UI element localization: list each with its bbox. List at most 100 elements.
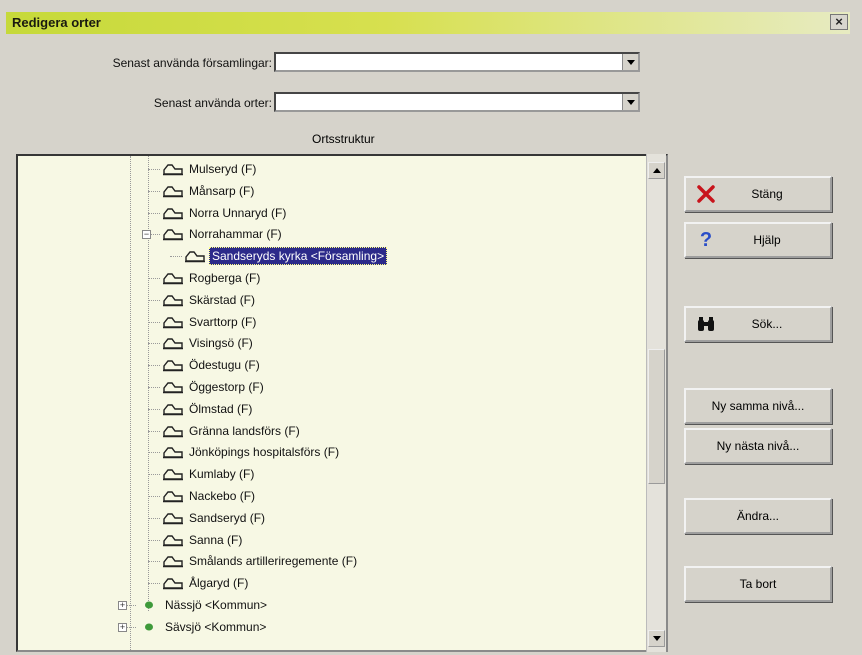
tree-connector-line: [148, 190, 160, 192]
new-next-level-button[interactable]: Ny nästa nivå...: [684, 428, 832, 464]
tree-node[interactable]: Öggestorp (F): [162, 377, 266, 397]
tree-connector-line: [148, 169, 160, 170]
collapse-node-icon[interactable]: −: [142, 230, 151, 240]
house-icon: [162, 554, 184, 568]
tree-scrollbar[interactable]: [646, 154, 666, 652]
question-mark-icon: ?: [699, 229, 713, 251]
tree-node[interactable]: Sandseryds kyrka <Församling>: [184, 246, 388, 266]
tree-node[interactable]: Norra Unnaryd (F): [162, 203, 288, 223]
binoculars-icon: [698, 317, 714, 331]
tree-node[interactable]: Kumlaby (F): [162, 464, 256, 484]
tree-node[interactable]: Svarttorp (F): [162, 312, 258, 332]
change-button-label: Ändra...: [736, 509, 780, 523]
chevron-down-icon[interactable]: [622, 54, 638, 70]
tree-connector-line: [148, 278, 160, 279]
tree-node-label: Rogberga (F): [189, 271, 261, 285]
house-icon: [162, 489, 184, 503]
dialog-title: Redigera orter: [12, 15, 101, 30]
delete-button[interactable]: Ta bort: [684, 566, 832, 602]
tree-node[interactable]: Norrahammar (F): [162, 224, 284, 244]
house-icon: [162, 424, 184, 438]
tree-connector-line: [148, 474, 160, 476]
tree-node-label: Visingsö (F): [189, 336, 253, 351]
tree-node[interactable]: Sanna (F): [162, 530, 244, 550]
house-icon: [162, 533, 184, 547]
tree-connector-line: [148, 299, 160, 301]
tree-node[interactable]: Sävsjö <Kommun>: [138, 617, 268, 637]
house-icon: [162, 576, 184, 590]
help-button-label: Hjälp: [753, 233, 781, 247]
house-icon: [162, 402, 184, 416]
tree-connector-line: [148, 517, 160, 519]
tree-node[interactable]: Sandseryd (F): [162, 508, 267, 528]
tree-node[interactable]: Skärstad (F): [162, 290, 257, 310]
tree-node-label: Norrahammar (F): [189, 227, 282, 242]
tree-node[interactable]: Nässjö <Kommun>: [138, 595, 269, 615]
tree-node[interactable]: Gränna landsförs (F): [162, 421, 302, 441]
house-icon: [162, 293, 184, 307]
tree-node-label: Månsarp (F): [189, 183, 255, 198]
tree-connector-line: [148, 452, 160, 454]
tree-node[interactable]: Ödestugu (F): [162, 355, 262, 375]
tree-node-label: Sandseryd (F): [189, 510, 266, 525]
new-next-level-label: Ny nästa nivå...: [716, 439, 800, 453]
scroll-down-button[interactable]: [648, 630, 665, 647]
tree-node-label: Jönköpings hospitalsförs (F): [189, 445, 340, 460]
tree-connector-line: [148, 561, 160, 563]
tree-node[interactable]: Nackebo (F): [162, 486, 257, 506]
tree-node[interactable]: Visingsö (F): [162, 333, 255, 353]
green-dot-icon: [138, 620, 160, 634]
close-button-label: Stäng: [751, 187, 783, 201]
house-icon: [162, 315, 184, 329]
tree-connector-line: [148, 408, 160, 410]
tree-node[interactable]: Månsarp (F): [162, 181, 256, 201]
house-icon: [162, 184, 184, 198]
search-button[interactable]: Sök...: [684, 306, 832, 342]
tree-node-label: Nässjö <Kommun>: [165, 598, 268, 612]
tree-node-label: Sandseryds kyrka <Församling>: [209, 247, 388, 266]
chevron-down-icon[interactable]: [622, 94, 638, 110]
tree-connector-line: [148, 321, 160, 323]
close-window-button[interactable]: ×: [830, 14, 848, 30]
tree-node-label: Ålgaryd (F): [189, 576, 249, 591]
house-icon: [162, 358, 184, 372]
tree-node-label: Kumlaby (F): [189, 467, 255, 482]
tree-node[interactable]: Smålands artilleriregemente (F): [162, 551, 359, 571]
tree-connector-line: [148, 387, 160, 388]
delete-button-label: Ta bort: [739, 577, 777, 591]
help-button[interactable]: ? Hjälp: [684, 222, 832, 258]
new-same-level-button[interactable]: Ny samma nivå...: [684, 388, 832, 424]
tree-node[interactable]: Ålgaryd (F): [162, 573, 250, 593]
tree-node-label: Ödestugu (F): [189, 358, 260, 373]
search-button-label: Sök...: [751, 317, 783, 331]
tree-node[interactable]: Mulseryd (F): [162, 159, 258, 179]
tree-connector-line: [170, 256, 182, 258]
tree-connector-line: [148, 539, 160, 541]
tree-node-label: Norra Unnaryd (F): [189, 205, 287, 220]
scroll-thumb[interactable]: [648, 349, 665, 484]
recent-places-label: Senast använda orter:: [153, 96, 272, 110]
house-icon: [162, 445, 184, 459]
recent-places-combobox[interactable]: [274, 92, 640, 112]
scroll-up-button[interactable]: [648, 162, 665, 179]
place-structure-label: Ortsstruktur: [312, 132, 375, 146]
close-button[interactable]: Stäng: [684, 176, 832, 212]
tree-connector-line: [148, 365, 160, 367]
tree-node[interactable]: Ölmstad (F): [162, 399, 254, 419]
change-button[interactable]: Ändra...: [684, 498, 832, 534]
expand-node-icon[interactable]: +: [118, 601, 127, 610]
place-tree[interactable]: Mulseryd (F) Månsarp (F) Norra Unnaryd (F)…: [16, 154, 668, 652]
tree-connector-line: [148, 156, 149, 611]
tree-node[interactable]: Rogberga (F): [162, 268, 262, 288]
recent-parishes-combobox[interactable]: [274, 52, 640, 72]
house-icon: [162, 511, 184, 525]
house-icon: [184, 249, 206, 263]
recent-parishes-label: Senast använda församlingar:: [112, 56, 272, 70]
tree-connector-line: [148, 212, 160, 214]
tree-connector-line: [130, 156, 131, 650]
tree-node-label: Skärstad (F): [189, 292, 256, 307]
expand-node-icon[interactable]: +: [118, 622, 127, 632]
house-icon: [162, 227, 184, 241]
tree-node[interactable]: Jönköpings hospitalsförs (F): [162, 442, 341, 462]
tree-connector-line: [148, 496, 160, 497]
